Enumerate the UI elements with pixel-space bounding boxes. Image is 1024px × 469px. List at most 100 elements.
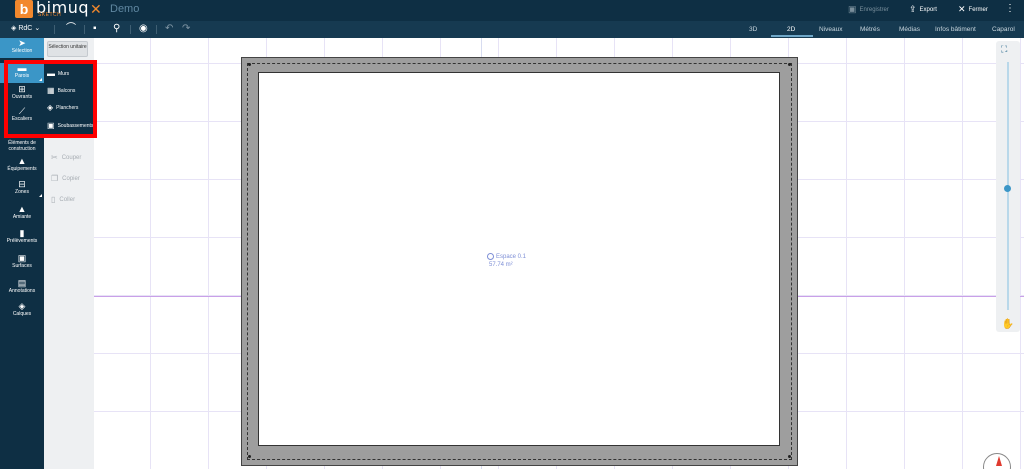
sidebar-item-elements-construction[interactable]: ▬ Éléments de construction [0, 130, 44, 152]
window-icon: ⊞ [18, 84, 26, 94]
sidebar-item-amiante[interactable]: ▲ Amiante [0, 204, 44, 224]
sidebar-item-escaliers[interactable]: ⟋ Escaliers [0, 106, 44, 126]
export-icon: ⇪ [909, 4, 917, 14]
level-selector[interactable]: ◈ RdC ⌄ [11, 24, 40, 32]
unit-selection-button[interactable]: Sélection unitaire [47, 41, 88, 57]
flyout-item-soubassements[interactable]: ▣ Soubassements [47, 121, 93, 130]
chevron-down-icon: ⌄ [34, 25, 41, 32]
undo-icon[interactable]: ↶ [165, 23, 173, 35]
wall-corner-handle[interactable] [788, 455, 791, 458]
save-label: Enregistrer [859, 6, 889, 13]
more-menu-icon[interactable]: ⋮ [1005, 3, 1015, 14]
sidebar-item-label: Parois [14, 73, 30, 79]
tool-sidebar: ➤ Sélection ▬ Parois ⊞ Ouvrants ⟋ Escali… [0, 38, 44, 469]
sample-icon: ▮ [19, 228, 25, 238]
warning-icon: ▲ [17, 204, 27, 214]
sidebar-item-label: Ouvrants [11, 94, 33, 100]
pan-hand-icon[interactable]: ✋ [999, 317, 1017, 332]
sidebar-item-surfaces[interactable]: ▣ Surfaces [0, 253, 44, 273]
top-header: b bimuq SKETCH ✕ Demo ▣ Enregistrer ⇪ Ex… [0, 0, 1024, 21]
sidebar-item-label: Équipements [7, 166, 37, 172]
paste-label: Coller [59, 196, 76, 203]
save-button[interactable]: ▣ Enregistrer [848, 4, 889, 15]
fit-view-icon[interactable]: ⛶ [1001, 44, 1007, 55]
close-button[interactable]: ✕ Fermer [958, 4, 988, 15]
close-project-icon[interactable]: ✕ [90, 1, 102, 18]
sidebar-item-label: Escaliers [11, 116, 33, 122]
tab-2d[interactable]: 2D [787, 26, 795, 33]
sidebar-item-prelevements[interactable]: ▮ Prélèvements [0, 228, 44, 248]
polyline-icon[interactable]: ⌒ [66, 23, 76, 35]
flyout-item-label: Planchers [56, 104, 79, 111]
paste-button[interactable]: ▯ Coller [51, 195, 75, 204]
sidebar-item-selection[interactable]: ➤ Sélection [0, 38, 44, 58]
save-icon: ▣ [848, 4, 857, 14]
wall-corner-handle[interactable] [788, 63, 791, 66]
flyout-item-murs[interactable]: ▬ Murs [47, 69, 69, 78]
space-area: 57.74 m² [489, 262, 513, 269]
tab-medias[interactable]: Médias [899, 26, 920, 33]
redo-icon[interactable]: ↷ [182, 23, 190, 35]
project-name: Demo [110, 3, 140, 15]
toolbar-divider [54, 25, 55, 34]
compass-north-icon [996, 456, 1002, 466]
search-tool-icon[interactable]: ⚲ [113, 23, 120, 35]
cut-button[interactable]: ✂ Couper [51, 153, 81, 162]
surface-icon: ▣ [17, 253, 27, 263]
copy-button[interactable]: ❐ Copier [51, 174, 80, 183]
wall-icon: ▬ [47, 69, 55, 78]
zoom-slider-thumb[interactable] [1004, 185, 1011, 192]
sidebar-item-zones[interactable]: ⊟ Zones [0, 179, 44, 199]
flyout-item-label: Murs [58, 70, 70, 77]
toolbar-divider [130, 25, 131, 34]
flyout-item-label: Soubassements [57, 122, 94, 129]
sidebar-item-label: Annotations [8, 288, 36, 294]
tab-niveaux[interactable]: Niveaux [819, 26, 842, 33]
sidebar-item-equipements[interactable]: ▲ Équipements [0, 156, 44, 174]
wall-icon: ▬ [17, 63, 27, 73]
tab-metres[interactable]: Métrés [860, 26, 880, 33]
expand-caret-icon [39, 194, 42, 197]
export-label: Export [919, 6, 937, 13]
equipment-icon: ▲ [17, 156, 27, 166]
close-label: Fermer [968, 6, 988, 13]
parois-flyout-menu: ▬ Murs ▦ Balcons ◈ Planchers ▣ Soubassem… [44, 63, 94, 135]
tab-caparol[interactable]: Caparol [992, 26, 1015, 33]
flyout-item-balcons[interactable]: ▦ Balcons [47, 86, 75, 95]
copy-icon: ❐ [51, 174, 59, 183]
sidebar-item-annotations[interactable]: ▤ Annotations [0, 278, 44, 298]
space-icon [487, 253, 494, 260]
active-tab-indicator [771, 35, 813, 37]
wall-corner-handle[interactable] [248, 63, 251, 66]
tab-infos-batiment[interactable]: Infos bâtiment [935, 26, 976, 33]
level-label: RdC [18, 25, 33, 32]
sidebar-item-label: Sélection [11, 48, 33, 54]
flyout-item-planchers[interactable]: ◈ Planchers [47, 103, 78, 112]
balcony-icon: ▦ [47, 86, 55, 95]
zones-icon: ⊟ [18, 179, 26, 189]
export-button[interactable]: ⇪ Export [909, 4, 937, 15]
close-icon: ✕ [958, 4, 966, 14]
tab-3d[interactable]: 3D [749, 26, 757, 33]
sidebar-item-label: Éléments de construction [8, 140, 36, 152]
app-root: b bimuq SKETCH ✕ Demo ▣ Enregistrer ⇪ Ex… [0, 0, 1024, 469]
eye-icon[interactable]: ◉ [139, 23, 148, 35]
toolbar-divider [156, 25, 157, 34]
cut-label: Couper [61, 154, 82, 161]
foundation-icon: ▣ [47, 121, 55, 130]
copy-label: Copier [62, 175, 80, 182]
construction-icon: ▬ [17, 130, 27, 140]
annotation-icon: ▤ [17, 278, 27, 288]
sidebar-item-label: Zones [15, 189, 29, 195]
wall-corner-handle[interactable] [248, 455, 251, 458]
sidebar-item-ouvrants[interactable]: ⊞ Ouvrants [0, 84, 44, 104]
logo-icon: b [15, 0, 33, 18]
expand-caret-icon [39, 78, 42, 81]
layers-icon: ◈ [18, 301, 26, 311]
sidebar-item-parois[interactable]: ▬ Parois [0, 63, 44, 83]
stairs-icon: ⟋ [18, 106, 26, 116]
sidebar-item-calques[interactable]: ◈ Calques [0, 301, 44, 321]
scissors-icon: ✂ [51, 153, 58, 162]
space-label[interactable]: Espace 0.1 57.74 m² [487, 253, 526, 269]
save-plan-icon[interactable]: ▪ [93, 23, 97, 35]
